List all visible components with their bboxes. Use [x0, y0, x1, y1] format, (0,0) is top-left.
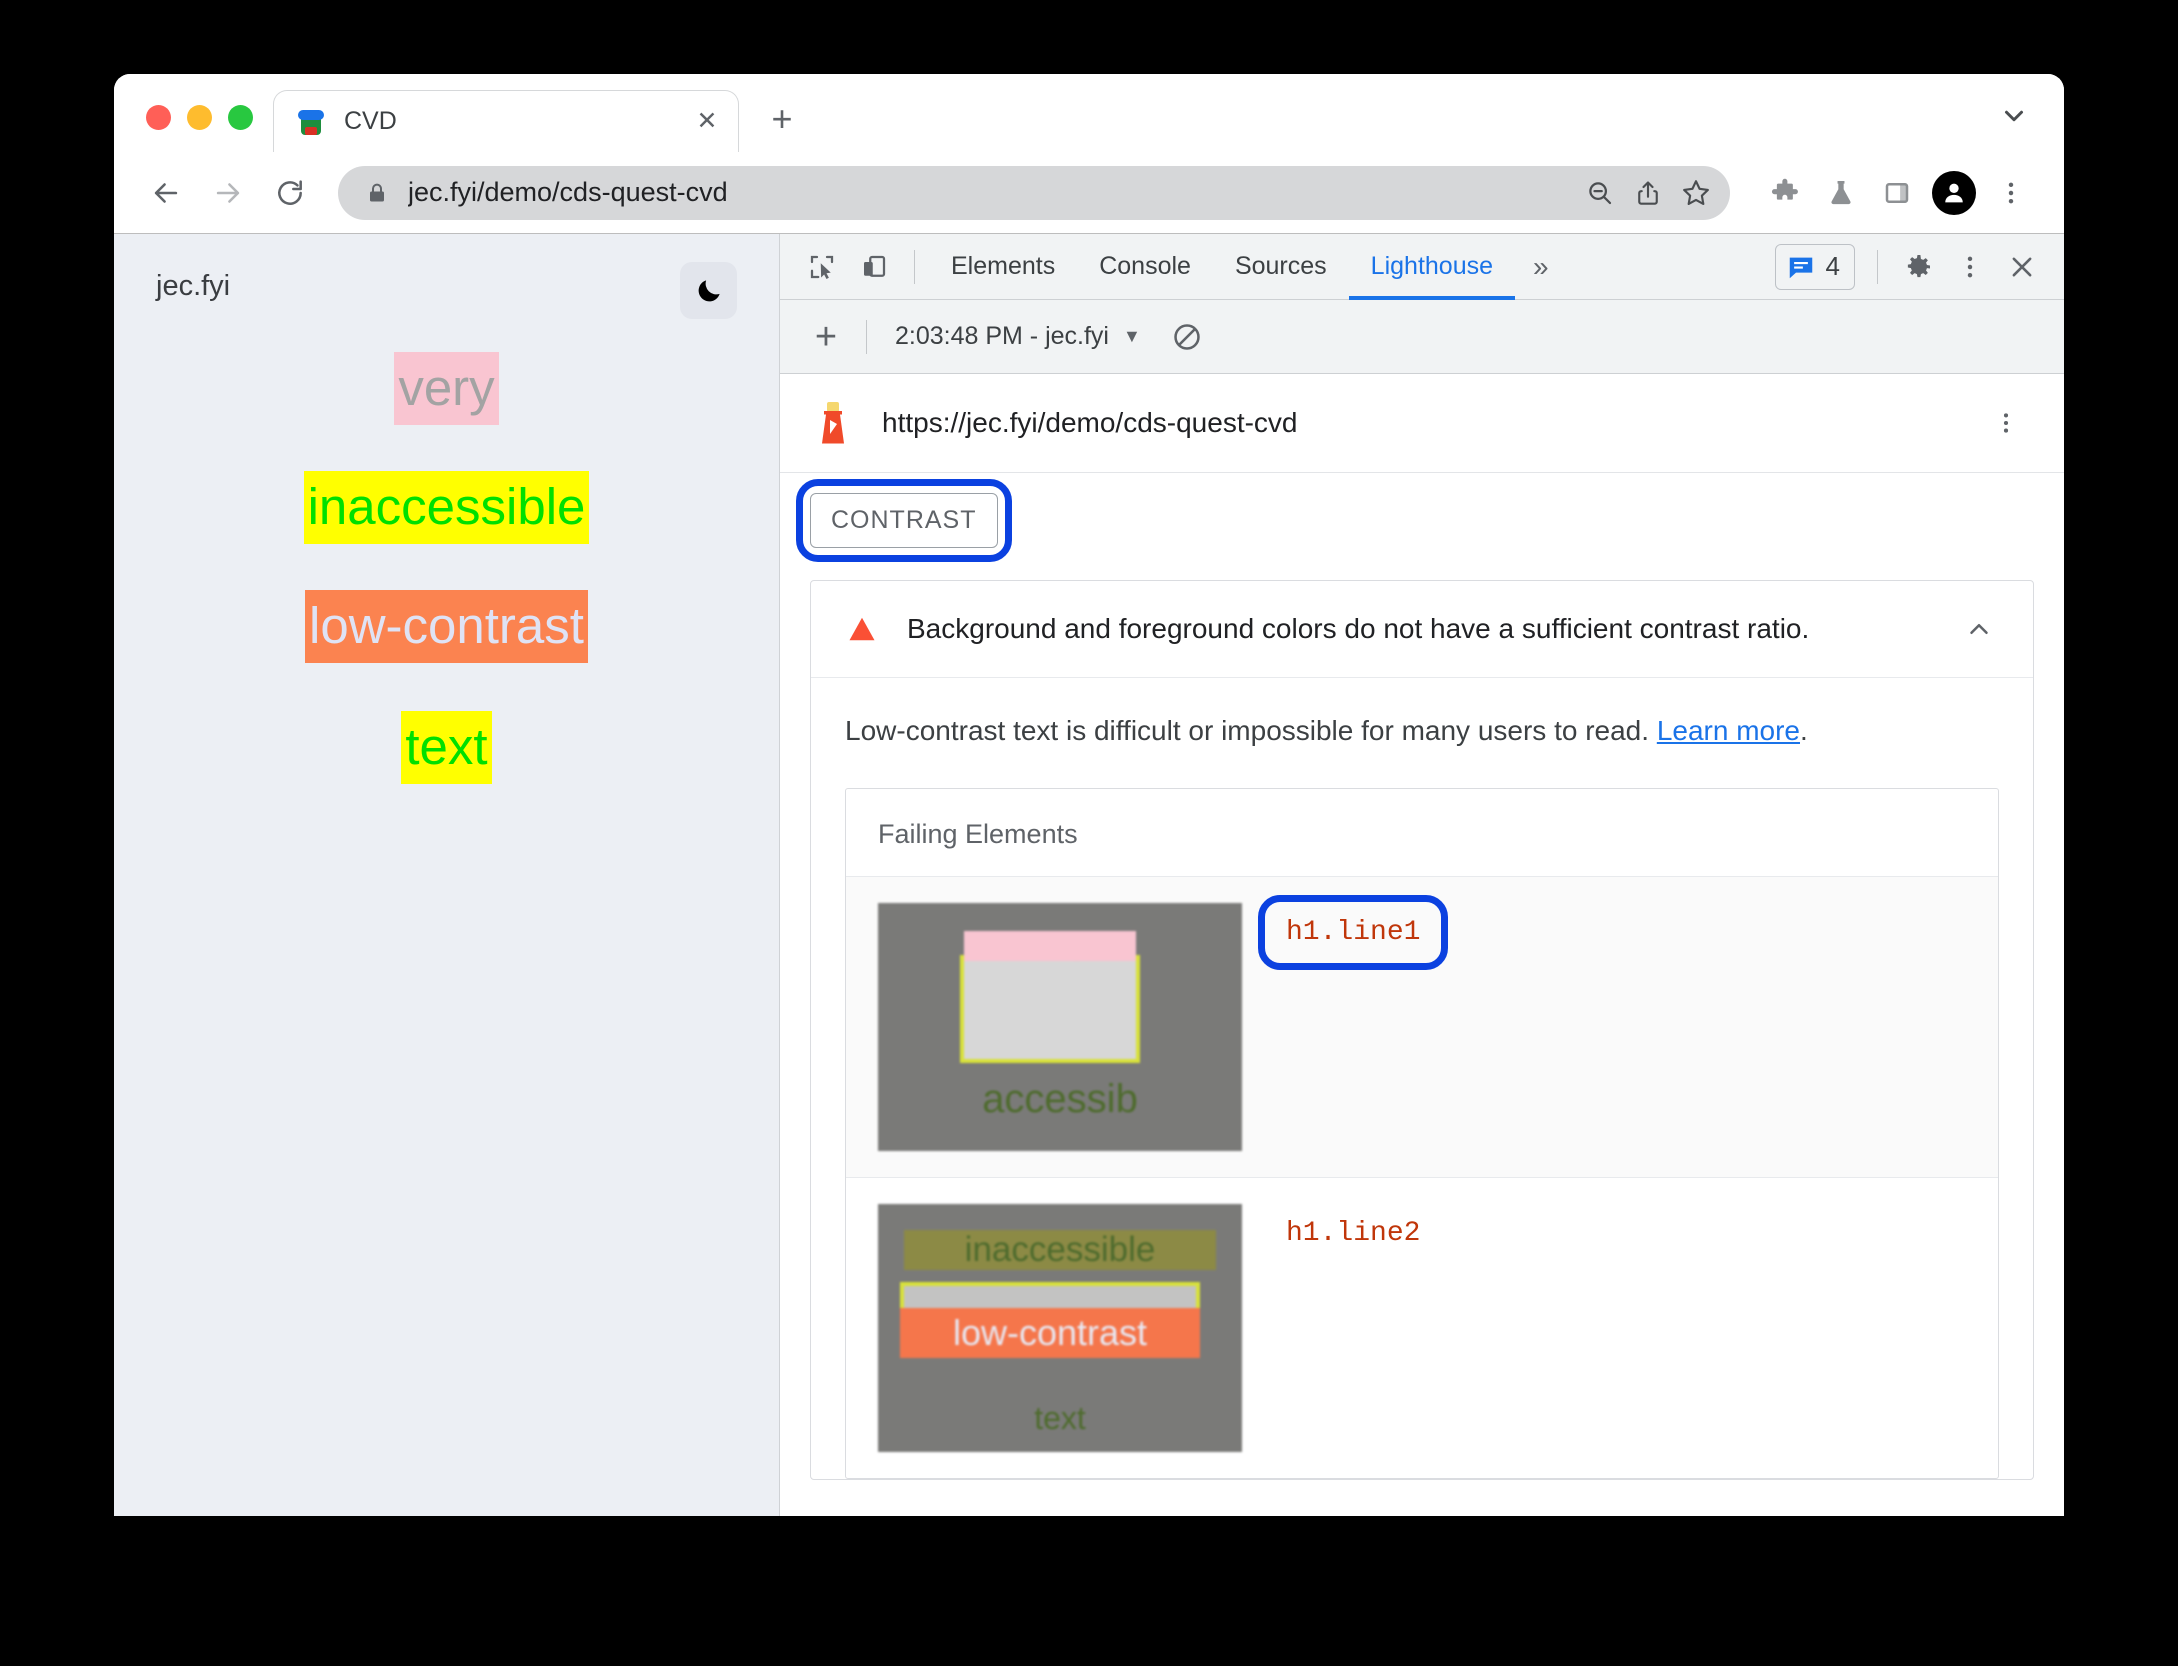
maximize-window-button[interactable]	[228, 105, 253, 130]
audit-description-text: Low-contrast text is difficult or imposs…	[845, 715, 1657, 746]
close-icon[interactable]: ✕	[690, 105, 724, 139]
plus-icon[interactable]: +	[800, 311, 852, 363]
zoom-out-icon[interactable]	[1576, 169, 1624, 217]
toolbar-divider	[914, 249, 915, 284]
lock-icon	[364, 181, 390, 205]
audit-title: Background and foreground colors do not …	[907, 613, 1810, 644]
lighthouse-toolbar: + 2:03:48 PM - jec.fyi ▼	[780, 300, 2064, 374]
chevron-double-right-icon[interactable]: »	[1515, 234, 1567, 300]
thumb-word-low-contrast: low-contrast	[900, 1307, 1200, 1358]
share-icon[interactable]	[1624, 169, 1672, 217]
lighthouse-report-url: https://jec.fyi/demo/cds-quest-cvd	[882, 407, 1298, 438]
tab-console[interactable]: Console	[1077, 234, 1213, 300]
page-word-very: very	[394, 352, 499, 425]
element-screenshot-thumbnail[interactable]: inaccessible low-contrast text	[878, 1203, 1242, 1452]
address-bar[interactable]: jec.fyi/demo/cds-quest-cvd	[338, 165, 1730, 220]
issues-count: 4	[1825, 251, 1840, 281]
reload-icon[interactable]	[262, 165, 318, 221]
caret-down-icon[interactable]: ▼	[1123, 326, 1141, 347]
lighthouse-report-header: https://jec.fyi/demo/cds-quest-cvd	[780, 374, 2064, 473]
cvd-monster-favicon-icon	[296, 107, 326, 137]
audit-description-suffix: .	[1800, 715, 1808, 746]
thumb-word-inaccessible: inaccessible	[904, 1229, 1216, 1270]
lighthouse-report: https://jec.fyi/demo/cds-quest-cvd CONTR…	[780, 374, 2064, 1516]
issues-badge[interactable]: 4	[1774, 243, 1855, 290]
browser-tab[interactable]: CVD ✕	[273, 90, 739, 152]
gear-icon[interactable]	[1892, 241, 1944, 293]
back-arrow-icon[interactable]	[138, 165, 194, 221]
thumb-word-text: text	[1034, 1399, 1086, 1436]
page-word-low-contrast: low-contrast	[305, 590, 588, 663]
kebab-menu-icon[interactable]	[1984, 410, 2028, 436]
warning-triangle-icon	[845, 614, 879, 644]
learn-more-link[interactable]: Learn more	[1657, 715, 1800, 746]
plus-icon[interactable]: +	[757, 94, 807, 144]
lh-toolbar-divider	[866, 319, 867, 354]
tab-lighthouse[interactable]: Lighthouse	[1349, 234, 1515, 300]
toolbar-divider-2	[1877, 249, 1878, 284]
page-word-text: text	[401, 711, 492, 784]
tab-sources[interactable]: Sources	[1213, 234, 1349, 300]
audit-description: Low-contrast text is difficult or imposs…	[811, 678, 2033, 780]
bookmark-star-icon[interactable]	[1672, 169, 1720, 217]
issues-badge-icon	[1789, 257, 1812, 278]
devtools-tab-bar: Elements Console Sources Lighthouse » 4	[780, 234, 2064, 300]
minimize-window-button[interactable]	[187, 105, 212, 130]
element-highlight-box	[960, 930, 1140, 1063]
tab-title: CVD	[344, 107, 397, 135]
browser-nav-bar: jec.fyi/demo/cds-quest-cvd	[114, 152, 2064, 234]
device-toolbar-icon[interactable]	[848, 241, 900, 293]
lighthouse-run-selector[interactable]: 2:03:48 PM - jec.fyi	[895, 322, 1109, 351]
devtools-panel: Elements Console Sources Lighthouse » 4	[780, 234, 2064, 1516]
browser-window: CVD ✕ + jec.fyi/demo/cds-quest-cvd jec.f…	[114, 74, 2064, 1516]
labs-flask-icon[interactable]	[1814, 166, 1868, 220]
audit-card: Background and foreground colors do not …	[810, 580, 2034, 1480]
address-bar-url: jec.fyi/demo/cds-quest-cvd	[408, 177, 728, 207]
content-split: jec.fyi very inaccessible low-contrast t…	[114, 234, 2064, 1516]
category-chip-row: CONTRAST	[780, 473, 2064, 562]
audit-header[interactable]: Background and foreground colors do not …	[811, 581, 2033, 678]
page-word-inaccessible: inaccessible	[303, 471, 590, 544]
chevron-up-icon[interactable]	[1959, 614, 1999, 644]
contrast-category-chip[interactable]: CONTRAST	[810, 493, 998, 548]
tab-strip: CVD ✕ +	[114, 74, 2064, 152]
browser-toolbar-icons	[1758, 166, 2038, 220]
page-viewport: jec.fyi very inaccessible low-contrast t…	[114, 234, 780, 1516]
page-word-list: very inaccessible low-contrast text	[114, 352, 779, 784]
failing-elements-box: Failing Elements very accessib	[845, 787, 1999, 1479]
table-row: inaccessible low-contrast text h1.line2	[846, 1176, 1998, 1478]
failing-elements-title: Failing Elements	[878, 818, 1078, 849]
inspect-element-icon[interactable]	[796, 241, 848, 293]
window-traffic-lights	[114, 105, 273, 152]
thumb-word-accessib: accessib	[982, 1076, 1138, 1121]
browser-menu-icon[interactable]	[1984, 166, 2038, 220]
moon-icon[interactable]	[680, 262, 737, 319]
close-devtools-icon[interactable]	[1996, 241, 2048, 293]
no-entry-clear-icon[interactable]	[1163, 313, 1211, 361]
lighthouse-logo-icon	[810, 400, 856, 446]
kebab-menu-icon[interactable]	[1944, 241, 1996, 293]
profile-avatar-icon[interactable]	[1932, 170, 1976, 215]
element-screenshot-thumbnail[interactable]: very accessib	[878, 902, 1242, 1151]
chevron-down-icon[interactable]	[1992, 94, 2036, 138]
forward-arrow-icon[interactable]	[200, 165, 256, 221]
tab-elements[interactable]: Elements	[929, 234, 1077, 300]
failing-selector-line1[interactable]: h1.line1	[1286, 917, 1420, 948]
close-window-button[interactable]	[146, 105, 171, 130]
failing-selector-line2[interactable]: h1.line2	[1286, 1218, 1420, 1249]
side-panel-icon[interactable]	[1870, 166, 1924, 220]
page-brand: jec.fyi	[156, 270, 231, 302]
extensions-puzzle-icon[interactable]	[1758, 166, 1812, 220]
table-row: very accessib h1.line1	[846, 875, 1998, 1177]
